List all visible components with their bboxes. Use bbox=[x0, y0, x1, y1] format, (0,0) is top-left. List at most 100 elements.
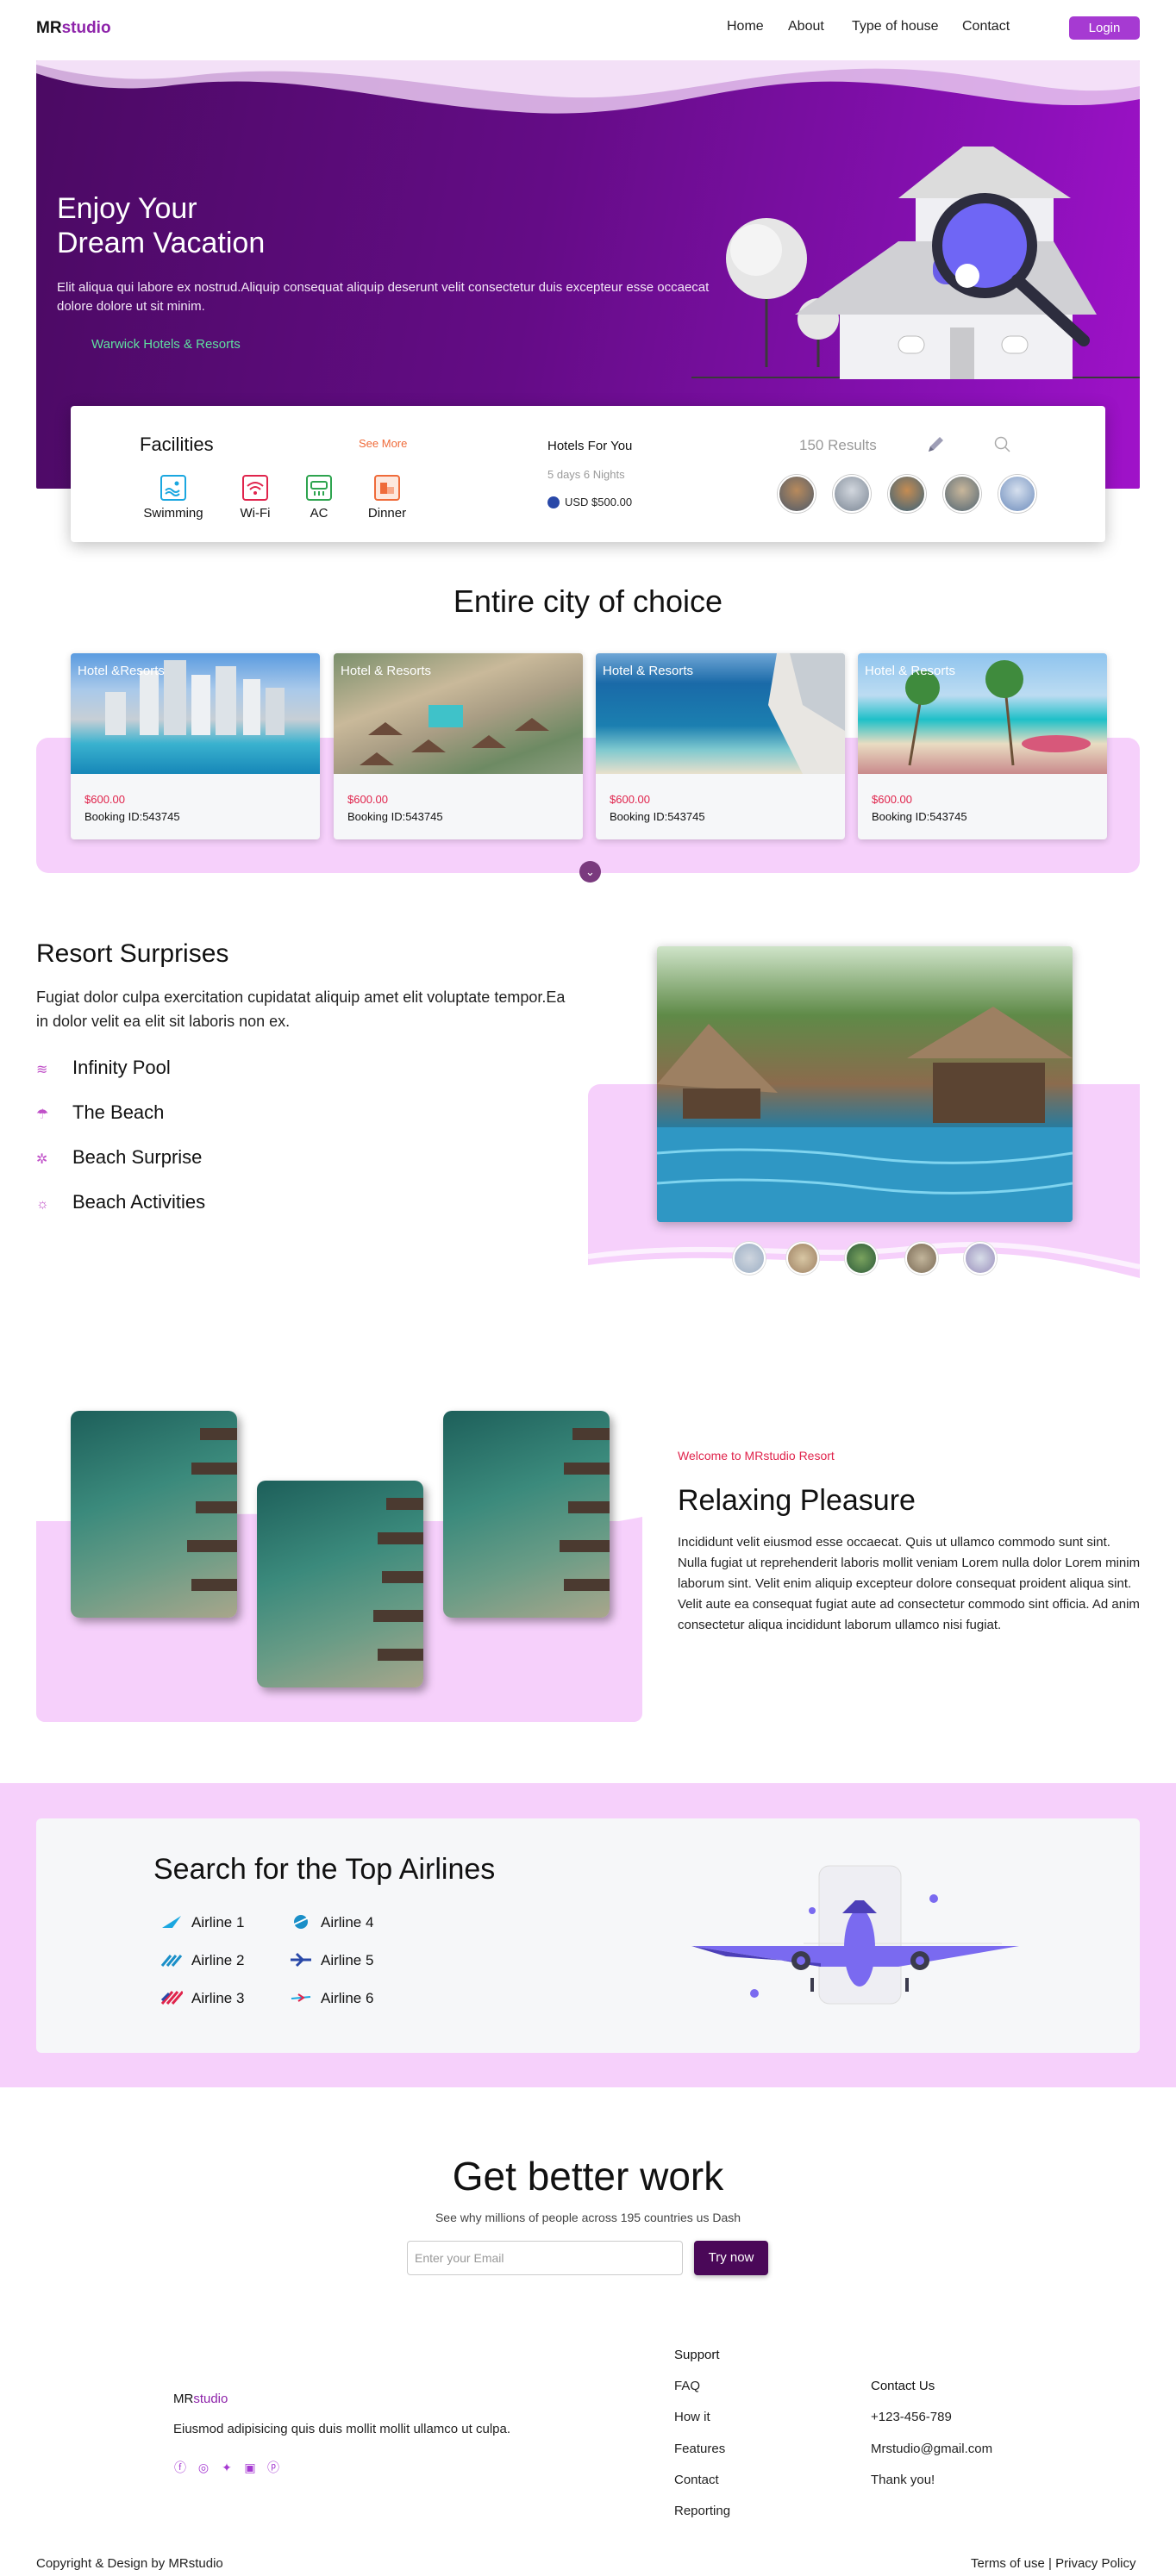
chevron-down-icon[interactable]: ⌄ bbox=[579, 861, 601, 883]
hotel-image-label: Hotel & Resorts bbox=[603, 664, 694, 678]
dinner-icon bbox=[374, 475, 400, 501]
avatar[interactable] bbox=[998, 475, 1036, 513]
see-more-link[interactable]: See More bbox=[359, 437, 407, 450]
email-field[interactable] bbox=[407, 2241, 683, 2275]
hotel-booking-id: Booking ID:543745 bbox=[610, 810, 705, 823]
gallery-thumbnail[interactable] bbox=[786, 1242, 819, 1275]
terms-link[interactable]: Terms of use bbox=[971, 2556, 1045, 2571]
footer-link-reporting[interactable]: Reporting bbox=[674, 2504, 730, 2518]
hero-link[interactable]: Warwick Hotels & Resorts bbox=[91, 337, 241, 352]
airline-item[interactable]: Airline 5 bbox=[290, 1952, 373, 1969]
airline-logo-icon bbox=[160, 1952, 183, 1968]
hotel-price: $600.00 bbox=[347, 793, 388, 806]
twitter-icon[interactable]: ✦ bbox=[220, 2461, 234, 2474]
avatar[interactable] bbox=[888, 475, 926, 513]
hotel-card[interactable]: Hotel &Resorts $600.00 Booking ID:543745 bbox=[71, 653, 320, 839]
footer-link-features[interactable]: Features bbox=[674, 2442, 725, 2456]
airline-label: Airline 6 bbox=[321, 1990, 374, 2006]
airline-logo-icon bbox=[290, 1990, 312, 2005]
hotel-image-label: Hotel &Resorts bbox=[78, 664, 165, 678]
legal-links: Terms of use | Privacy Policy bbox=[971, 2556, 1135, 2571]
airline-item[interactable]: Airline 4 bbox=[290, 1914, 373, 1931]
hotel-image-label: Hotel & Resorts bbox=[341, 664, 432, 678]
cta-title: Get better work bbox=[452, 2154, 724, 2199]
footer-link-how-it[interactable]: How it bbox=[674, 2410, 710, 2424]
hotel-card[interactable]: Hotel & Resorts $600.00 Booking ID:54374… bbox=[334, 653, 583, 839]
facility-swimming[interactable]: Swimming bbox=[134, 475, 212, 521]
resort-item-label: Infinity Pool bbox=[72, 1057, 171, 1078]
hotel-booking-id: Booking ID:543745 bbox=[347, 810, 443, 823]
hotel-card[interactable]: Hotel & Resorts $600.00 Booking ID:54374… bbox=[596, 653, 845, 839]
facilities-card: Facilities See More Swimming Wi-Fi AC Di… bbox=[71, 406, 1105, 542]
nav-contact[interactable]: Contact bbox=[962, 19, 1010, 34]
nav-about[interactable]: About bbox=[788, 19, 824, 34]
relax-title: Relaxing Pleasure bbox=[678, 1484, 916, 1517]
resort-item: ✲ Beach Surprise bbox=[36, 1146, 202, 1169]
gallery-thumbnail[interactable] bbox=[845, 1242, 878, 1275]
hotel-price: $600.00 bbox=[872, 793, 912, 806]
resort-item-label: Beach Activities bbox=[72, 1191, 206, 1213]
resort-item-label: The Beach bbox=[72, 1101, 165, 1123]
pool-icon: ≋ bbox=[36, 1063, 48, 1077]
airline-label: Airline 2 bbox=[191, 1952, 245, 1968]
relax-welcome: Welcome to MRstudio Resort bbox=[678, 1449, 835, 1463]
hotels-title: Hotels For You bbox=[547, 439, 633, 453]
airline-item[interactable]: Airline 1 bbox=[160, 1914, 244, 1931]
airline-label: Airline 1 bbox=[191, 1914, 245, 1930]
footer-description: Eiusmod adipisicing quis duis mollit mol… bbox=[173, 2422, 511, 2436]
pencil-icon[interactable] bbox=[924, 433, 947, 460]
logo-accent: studio bbox=[61, 19, 111, 37]
facebook-icon[interactable]: ⓕ bbox=[173, 2461, 187, 2474]
gallery-thumbnail[interactable] bbox=[905, 1242, 938, 1275]
airline-item[interactable]: Airline 2 bbox=[160, 1952, 244, 1969]
logo[interactable]: MRstudio bbox=[36, 19, 111, 38]
island-icon: ✲ bbox=[36, 1152, 48, 1167]
relax-photo bbox=[443, 1411, 610, 1618]
resort-item-label: Beach Surprise bbox=[72, 1146, 203, 1168]
gallery-thumbnail[interactable] bbox=[964, 1242, 997, 1275]
hero-title-line1: Enjoy Your bbox=[57, 192, 197, 225]
try-now-button[interactable]: Try now bbox=[694, 2241, 768, 2275]
avatar[interactable] bbox=[778, 475, 816, 513]
linkedin-icon[interactable]: ▣ bbox=[243, 2461, 257, 2474]
airline-item[interactable]: Airline 3 bbox=[160, 1990, 244, 2007]
hotel-price: $600.00 bbox=[84, 793, 125, 806]
login-button[interactable]: Login bbox=[1069, 16, 1140, 40]
hotel-booking-id: Booking ID:543745 bbox=[84, 810, 180, 823]
privacy-link[interactable]: Privacy Policy bbox=[1055, 2556, 1135, 2571]
airline-label: Airline 4 bbox=[321, 1914, 374, 1930]
facility-ac[interactable]: AC bbox=[280, 475, 358, 521]
footer-link-faq[interactable]: FAQ bbox=[674, 2379, 700, 2393]
airline-label: Airline 5 bbox=[321, 1952, 374, 1968]
hotel-card[interactable]: Hotel & Resorts $600.00 Booking ID:54374… bbox=[858, 653, 1107, 839]
facility-dinner[interactable]: Dinner bbox=[348, 475, 426, 521]
airline-logo-icon bbox=[160, 1990, 185, 2005]
hotel-image: Hotel &Resorts bbox=[71, 653, 320, 774]
nav-type-of-house[interactable]: Type of house bbox=[852, 19, 939, 34]
footer-link-contact[interactable]: Contact bbox=[674, 2473, 719, 2487]
gallery-thumbnail[interactable] bbox=[733, 1242, 766, 1275]
contact-phone[interactable]: +123-456-789 bbox=[871, 2410, 952, 2424]
search-icon[interactable] bbox=[993, 435, 1012, 458]
copyright: Copyright & Design by MRstudio bbox=[36, 2556, 223, 2571]
airline-label: Airline 3 bbox=[191, 1990, 245, 2006]
footer-logo-main: MR bbox=[173, 2392, 194, 2406]
resort-item: ☼ Beach Activities bbox=[36, 1191, 205, 1213]
airline-item[interactable]: Airline 6 bbox=[290, 1990, 373, 2007]
instagram-icon[interactable]: ◎ bbox=[197, 2461, 210, 2474]
footer-logo-accent: studio bbox=[193, 2392, 228, 2406]
cta-subtitle: See why millions of people across 195 co… bbox=[435, 2211, 741, 2224]
sun-icon: ☼ bbox=[36, 1197, 49, 1212]
pinterest-icon[interactable]: ⓟ bbox=[266, 2461, 280, 2474]
avatar[interactable] bbox=[943, 475, 981, 513]
hotels-duration: 5 days 6 Nights bbox=[547, 468, 625, 481]
footer-logo[interactable]: MRstudio bbox=[173, 2392, 228, 2406]
hotel-price: $600.00 bbox=[610, 793, 650, 806]
resort-photo bbox=[657, 946, 1073, 1222]
hotel-image: Hotel & Resorts bbox=[858, 653, 1107, 774]
contact-email[interactable]: Mrstudio@gmail.com bbox=[871, 2442, 992, 2456]
nav-home[interactable]: Home bbox=[727, 19, 764, 34]
resort-item: ☂ The Beach bbox=[36, 1101, 164, 1124]
avatar[interactable] bbox=[833, 475, 871, 513]
check-icon bbox=[547, 496, 560, 508]
